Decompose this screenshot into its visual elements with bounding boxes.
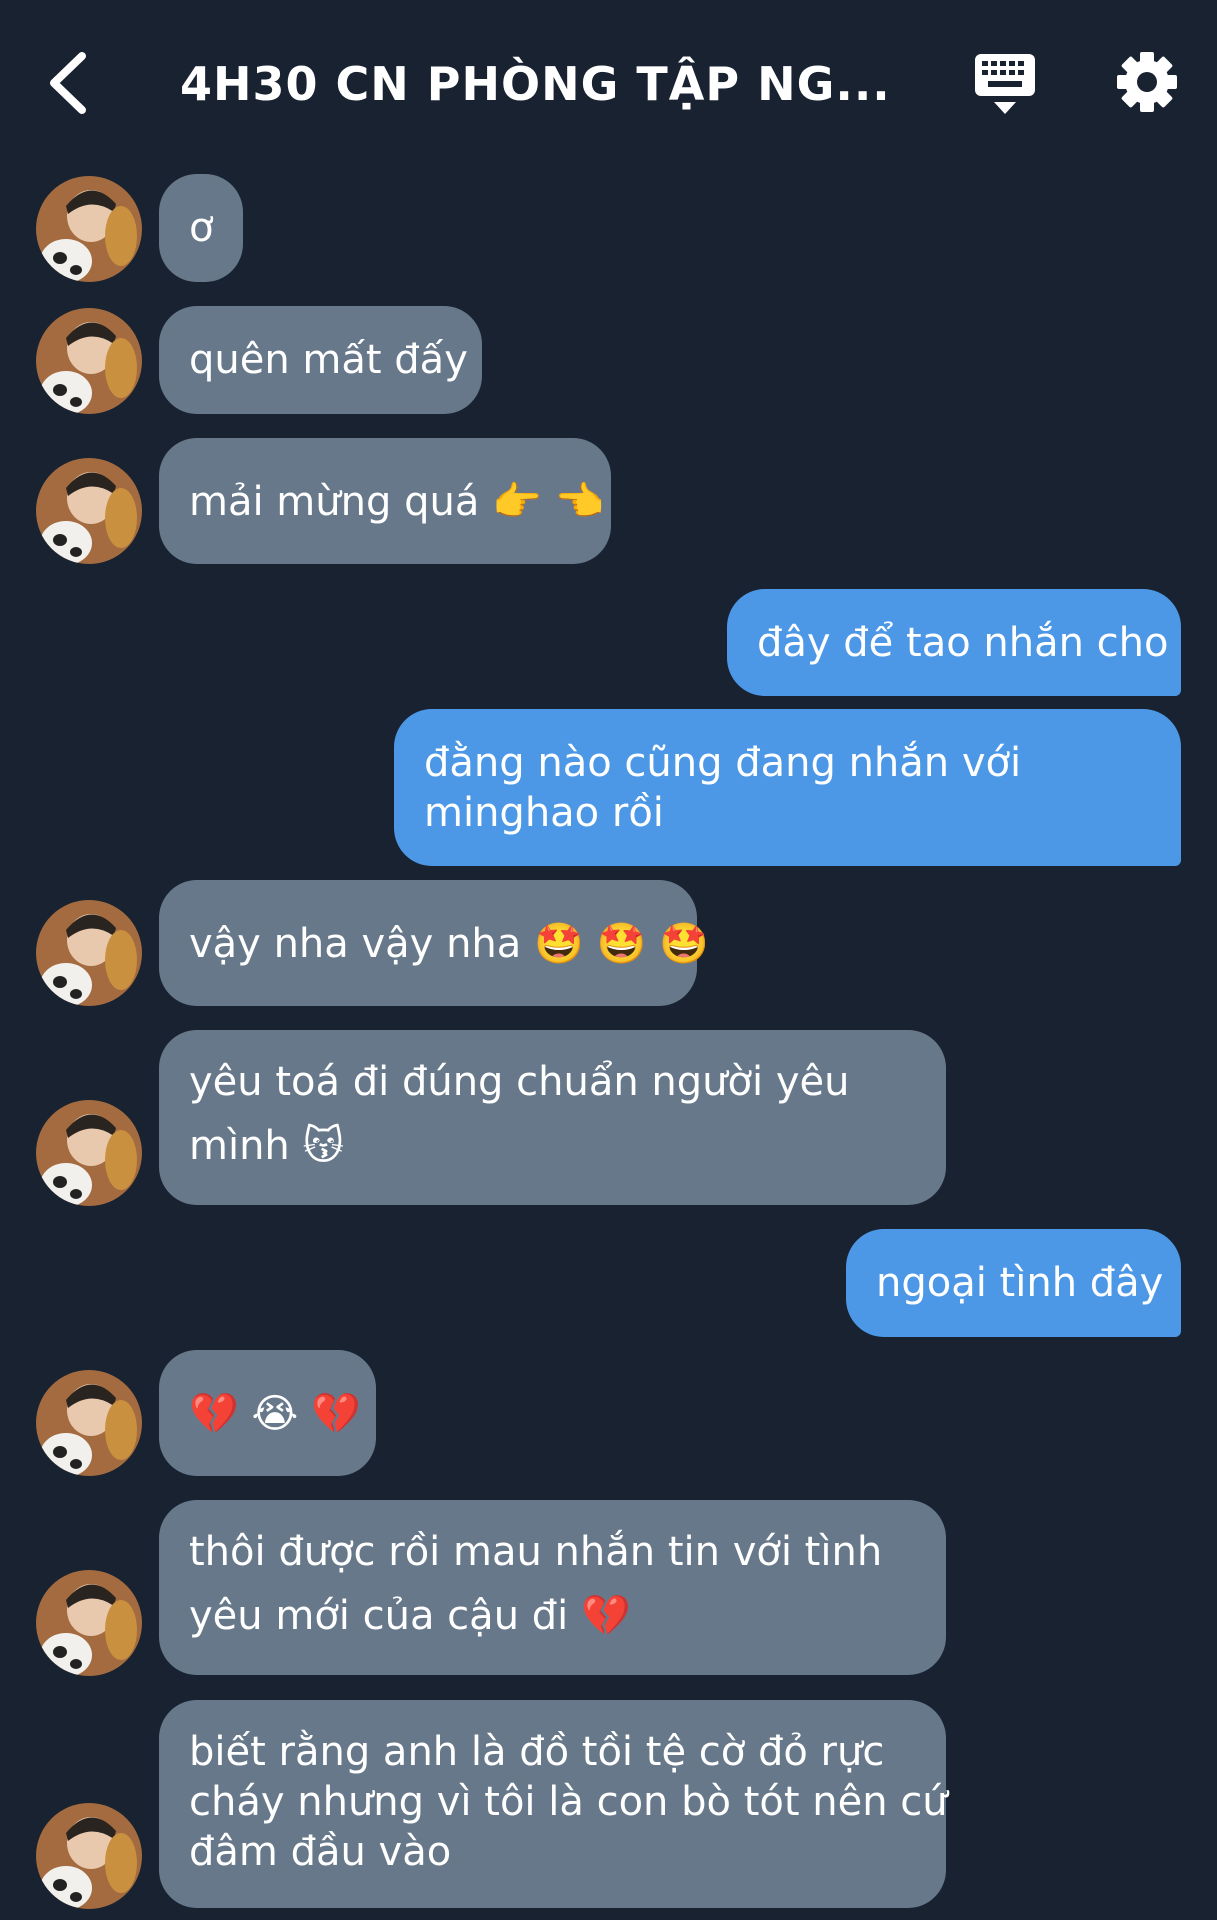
message-bubble-incoming[interactable]: vậy nha vậy nha 🤩 🤩 🤩 (159, 880, 709, 1006)
message-bubble-outgoing[interactable]: đằng nào cũng đang nhắn với minghao rồi (394, 709, 1181, 866)
avatar-photo (36, 176, 142, 282)
message-text: cháy nhưng vì tôi là con bò tót nên cứ (189, 1779, 948, 1825)
chat-header: 4H30 CN PHÒNG TẬP NG... (0, 0, 1217, 170)
avatar[interactable] (36, 1803, 142, 1909)
avatar-photo (36, 1803, 142, 1909)
avatar[interactable] (36, 1570, 142, 1676)
message-text: mải mừng quá 👉 👈 (189, 479, 605, 525)
back-button[interactable] (44, 50, 94, 116)
avatar-photo (36, 308, 142, 414)
avatar-photo (36, 458, 142, 564)
message-text: yêu toá đi đúng chuẩn người yêu (189, 1059, 850, 1105)
message-bubble-outgoing[interactable]: đây để tao nhắn cho (727, 589, 1181, 696)
gear-icon (1117, 52, 1177, 112)
message-text: ngoại tình đây (876, 1260, 1164, 1306)
message-bubble-incoming[interactable]: biết rằng anh là đồ tồi tệ cờ đỏ rực chá… (159, 1700, 948, 1908)
avatar-photo (36, 900, 142, 1006)
message-text: đâm đầu vào (189, 1829, 452, 1875)
message-text: 💔 😭 💔 (189, 1391, 361, 1437)
avatar[interactable] (36, 1100, 142, 1206)
message-text: ơ (189, 205, 214, 251)
message-text: quên mất đấy (189, 337, 468, 383)
avatar-photo (36, 1100, 142, 1206)
message-text: đây để tao nhắn cho (757, 620, 1169, 666)
message-bubble-incoming[interactable]: mải mừng quá 👉 👈 (159, 438, 611, 564)
message-bubble-outgoing[interactable]: ngoại tình đây (846, 1229, 1181, 1337)
message-bubble-incoming[interactable]: quên mất đấy (159, 306, 482, 414)
avatar-photo (36, 1570, 142, 1676)
message-bubble-incoming[interactable]: ơ (159, 174, 243, 282)
keyboard-icon (975, 54, 1035, 114)
avatar-photo (36, 1370, 142, 1476)
chat-title[interactable]: 4H30 CN PHÒNG TẬP NG... (180, 54, 890, 114)
avatar[interactable] (36, 458, 142, 564)
message-text: minghao rồi (424, 790, 664, 836)
message-bubble-incoming[interactable]: yêu toá đi đúng chuẩn người yêu mình 😽 (159, 1030, 946, 1205)
chevron-left-icon (50, 52, 86, 114)
avatar[interactable] (36, 900, 142, 1006)
message-bubble-incoming[interactable]: 💔 😭 💔 (159, 1350, 376, 1476)
avatar[interactable] (36, 1370, 142, 1476)
settings-button[interactable] (1115, 50, 1179, 114)
message-text: mình 😽 (189, 1123, 345, 1169)
keyboard-button[interactable] (972, 52, 1038, 118)
message-text: yêu mới của cậu đi 💔 (189, 1593, 631, 1639)
avatar[interactable] (36, 176, 142, 282)
avatar[interactable] (36, 308, 142, 414)
message-text: đằng nào cũng đang nhắn với (424, 740, 1022, 786)
message-bubble-incoming[interactable]: thôi được rồi mau nhắn tin với tình yêu … (159, 1500, 946, 1675)
message-text: thôi được rồi mau nhắn tin với tình (189, 1529, 883, 1575)
message-text: vậy nha vậy nha 🤩 🤩 🤩 (189, 921, 709, 967)
message-text: biết rằng anh là đồ tồi tệ cờ đỏ rực (189, 1729, 885, 1775)
